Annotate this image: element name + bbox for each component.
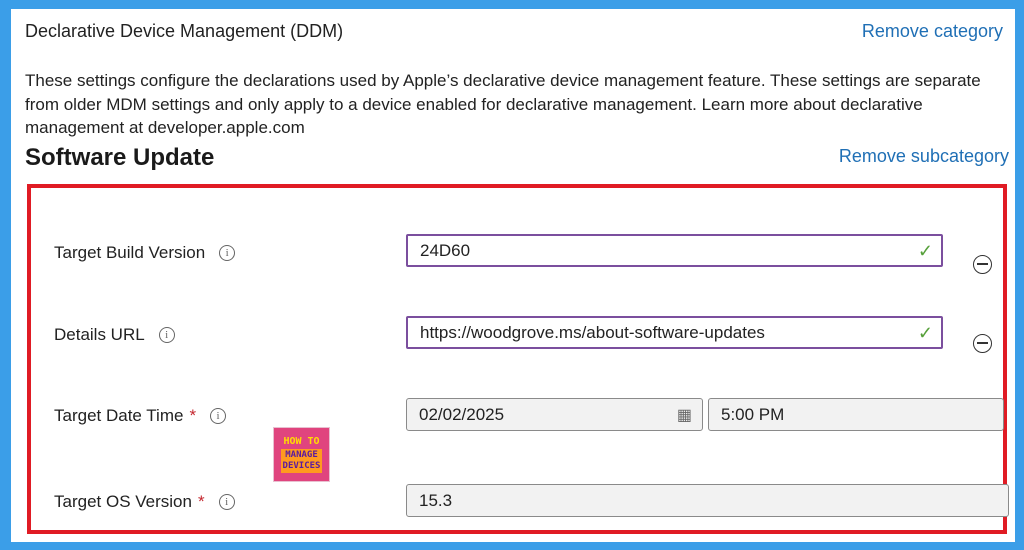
category-title: Declarative Device Management (DDM) bbox=[25, 21, 344, 41]
details-url-label: Details URL i bbox=[54, 325, 175, 345]
category-description: These settings configure the declaration… bbox=[25, 71, 981, 137]
info-icon[interactable]: i bbox=[158, 327, 175, 343]
target-os-version-text: Target OS Version bbox=[54, 492, 192, 511]
remove-category-link[interactable]: Remove category bbox=[862, 21, 1003, 42]
target-os-version-input[interactable]: 15.3 bbox=[406, 484, 1009, 517]
target-os-version-label: Target OS Version * i bbox=[54, 492, 235, 512]
required-mark: * bbox=[189, 406, 197, 425]
howtomanagedevices-logo: HOW TO MANAGE DEVICES bbox=[273, 427, 330, 482]
target-build-version-value: 24D60 bbox=[420, 240, 471, 260]
info-icon[interactable]: i bbox=[219, 245, 236, 261]
target-date-time-text: Target Date Time bbox=[54, 406, 184, 425]
target-time-value: 5:00 PM bbox=[721, 404, 785, 424]
required-mark: * bbox=[197, 492, 205, 511]
remove-setting-icon[interactable] bbox=[973, 255, 992, 274]
check-icon: ✓ bbox=[917, 241, 933, 261]
target-build-version-text: Target Build Version bbox=[54, 243, 206, 262]
details-url-text: Details URL bbox=[54, 325, 145, 344]
target-date-value: 02/02/2025 bbox=[419, 404, 505, 424]
target-os-version-value: 15.3 bbox=[419, 490, 453, 510]
info-icon[interactable]: i bbox=[218, 494, 235, 510]
remove-subcategory-link[interactable]: Remove subcategory bbox=[839, 146, 1009, 167]
target-build-version-label: Target Build Version i bbox=[54, 243, 236, 263]
logo-line2: MANAGE DEVICES bbox=[280, 449, 323, 473]
target-date-input[interactable]: 02/02/2025 ▦ bbox=[406, 398, 703, 431]
logo-line3-text: DEVICES bbox=[282, 461, 321, 471]
target-time-input[interactable]: 5:00 PM bbox=[708, 398, 1004, 431]
target-build-version-input[interactable]: 24D60 ✓ bbox=[406, 234, 943, 267]
target-date-time-label: Target Date Time * i bbox=[54, 406, 227, 426]
logo-line2-text: MANAGE bbox=[285, 450, 318, 460]
details-url-value: https://woodgrove.ms/about-software-upda… bbox=[420, 322, 765, 342]
subcategory-title: Software Update bbox=[25, 144, 215, 171]
info-icon[interactable]: i bbox=[210, 408, 227, 424]
settings-panel: Declarative Device Management (DDM) Remo… bbox=[11, 9, 1015, 542]
remove-setting-icon[interactable] bbox=[973, 334, 992, 353]
details-url-input[interactable]: https://woodgrove.ms/about-software-upda… bbox=[406, 316, 943, 349]
calendar-icon[interactable]: ▦ bbox=[677, 405, 692, 425]
check-icon: ✓ bbox=[917, 323, 933, 343]
logo-line1: HOW TO bbox=[283, 436, 320, 447]
